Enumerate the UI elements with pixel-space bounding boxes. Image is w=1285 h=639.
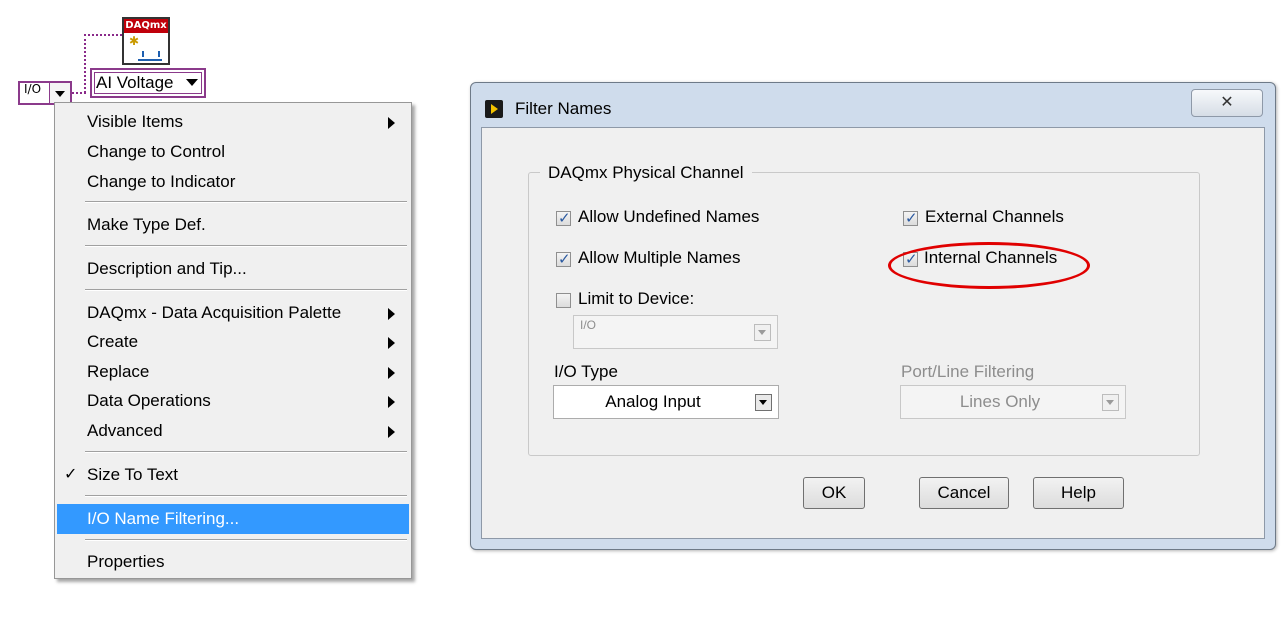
labview-app-icon	[485, 100, 503, 118]
chevron-down-icon[interactable]	[186, 79, 198, 86]
menu-item-io-name-filtering[interactable]: I/O Name Filtering...	[57, 504, 409, 534]
submenu-arrow-icon	[388, 337, 395, 349]
allow-undefined-names-label: Allow Undefined Names	[578, 207, 760, 226]
menu-item-change-to-indicator[interactable]: Change to Indicator	[55, 167, 411, 197]
menu-separator	[85, 539, 407, 541]
menu-item-label: Properties	[87, 552, 165, 571]
menu-item-advanced[interactable]: Advanced	[55, 416, 411, 446]
external-channels-checkbox[interactable]	[903, 209, 918, 227]
menu-item-label: Make Type Def.	[87, 215, 206, 234]
menu-item-make-type-def[interactable]: Make Type Def.	[55, 210, 411, 240]
allow-multiple-names-label: Allow Multiple Names	[578, 248, 741, 267]
wire	[84, 34, 86, 93]
group-title: DAQmx Physical Channel	[540, 163, 752, 183]
menu-separator	[85, 289, 407, 291]
port-line-filtering-label: Port/Line Filtering	[901, 362, 1035, 381]
dialog-title: Filter Names	[515, 99, 612, 118]
close-button[interactable]: ✕	[1191, 89, 1263, 117]
menu-item-label: DAQmx - Data Acquisition Palette	[87, 303, 342, 322]
menu-item-label: Data Operations	[87, 391, 211, 410]
chevron-down-icon[interactable]	[755, 394, 772, 411]
menu-item-description-and-tip[interactable]: Description and Tip...	[55, 254, 411, 284]
help-button[interactable]: Help	[1033, 477, 1124, 509]
io-type-label: I/O Type	[554, 362, 618, 381]
menu-item-label: Size To Text	[87, 465, 179, 484]
menu-item-label: Description and Tip...	[87, 259, 247, 278]
allow-multiple-names-checkbox[interactable]	[556, 250, 571, 268]
check-icon: ✓	[64, 466, 78, 483]
menu-item-size-to-text[interactable]: ✓ Size To Text	[55, 460, 411, 490]
menu-item-label: I/O Name Filtering...	[87, 509, 240, 528]
menu-item-visible-items[interactable]: Visible Items	[55, 107, 411, 137]
menu-item-properties[interactable]: Properties	[55, 547, 411, 577]
ok-button[interactable]: OK	[803, 477, 865, 509]
menu-item-change-to-control[interactable]: Change to Control	[55, 137, 411, 167]
chevron-down-icon[interactable]	[49, 83, 70, 103]
submenu-arrow-icon	[388, 367, 395, 379]
menu-item-label: Advanced	[87, 421, 163, 440]
chevron-down-icon[interactable]	[754, 324, 771, 341]
external-channels-label: External Channels	[925, 207, 1064, 226]
io-type-combo[interactable]: Analog Input	[553, 385, 779, 419]
menu-item-label: Create	[87, 332, 139, 351]
menu-item-daqmx-palette[interactable]: DAQmx - Data Acquisition Palette	[55, 298, 411, 328]
annotation-ellipse	[888, 242, 1090, 289]
submenu-arrow-icon	[388, 426, 395, 438]
signal-icon	[138, 49, 162, 61]
submenu-arrow-icon	[388, 308, 395, 320]
device-combo[interactable]: I/O	[573, 315, 778, 349]
selector-label: AI Voltage	[96, 73, 174, 92]
menu-separator	[85, 451, 407, 453]
menu-item-label: Visible Items	[87, 112, 184, 131]
menu-item-data-operations[interactable]: Data Operations	[55, 386, 411, 416]
daqmx-create-channel-icon[interactable]: DAQmx ✱	[122, 17, 170, 65]
io-glyph: I/O	[24, 82, 42, 96]
menu-separator	[85, 495, 407, 497]
wire	[84, 34, 122, 36]
menu-item-create[interactable]: Create	[55, 327, 411, 357]
port-line-filtering-combo[interactable]: Lines Only	[900, 385, 1126, 419]
context-menu: Visible Items Change to Control Change t…	[54, 102, 412, 579]
submenu-arrow-icon	[388, 396, 395, 408]
limit-to-device-checkbox[interactable]	[556, 293, 571, 308]
submenu-arrow-icon	[388, 117, 395, 129]
menu-item-label: Change to Indicator	[87, 172, 236, 191]
allow-undefined-names-checkbox[interactable]	[556, 209, 571, 227]
cancel-button[interactable]: Cancel	[919, 477, 1009, 509]
daqmx-label: DAQmx	[124, 19, 168, 33]
limit-to-device-label: Limit to Device:	[578, 289, 695, 308]
menu-item-replace[interactable]: Replace	[55, 357, 411, 387]
menu-item-label: Replace	[87, 362, 150, 381]
spark-icon: ✱	[129, 34, 140, 48]
chevron-down-icon[interactable]	[1102, 394, 1119, 411]
menu-item-label: Change to Control	[87, 142, 225, 161]
io-type-value: Analog Input	[605, 392, 701, 411]
device-combo-value: I/O	[580, 318, 597, 332]
menu-separator	[85, 201, 407, 203]
polymorphic-selector[interactable]: AI Voltage	[90, 68, 206, 98]
menu-separator	[85, 245, 407, 247]
port-line-filtering-value: Lines Only	[959, 392, 1041, 411]
